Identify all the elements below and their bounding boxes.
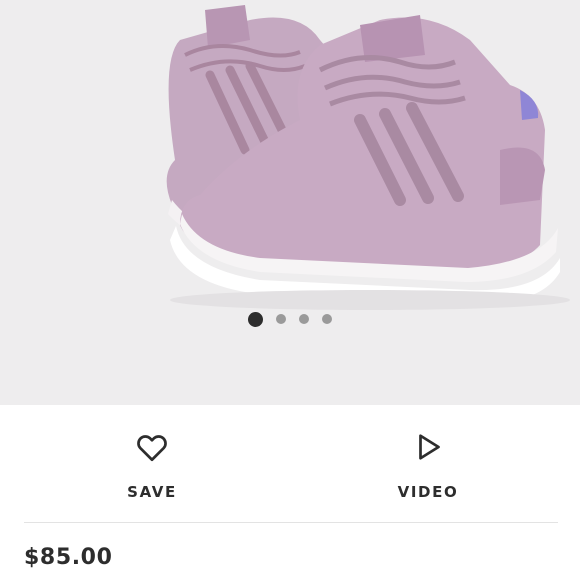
- divider: [24, 522, 558, 523]
- product-image[interactable]: [0, 0, 580, 405]
- carousel-dots: [0, 310, 580, 328]
- play-icon: [419, 434, 440, 460]
- video-label: VIDEO: [397, 483, 459, 501]
- save-button[interactable]: SAVE: [92, 429, 212, 501]
- heart-icon: [137, 435, 167, 462]
- carousel-dot-3[interactable]: [299, 314, 309, 324]
- product-price: $85.00: [24, 545, 113, 570]
- carousel-dot-2[interactable]: [276, 314, 286, 324]
- sneaker-photo: [166, 5, 570, 310]
- action-bar: SAVE VIDEO: [0, 405, 580, 523]
- carousel-dot-1[interactable]: [248, 311, 263, 327]
- carousel-dot-4[interactable]: [322, 314, 332, 324]
- save-label: SAVE: [127, 483, 177, 501]
- video-button[interactable]: VIDEO: [368, 429, 488, 501]
